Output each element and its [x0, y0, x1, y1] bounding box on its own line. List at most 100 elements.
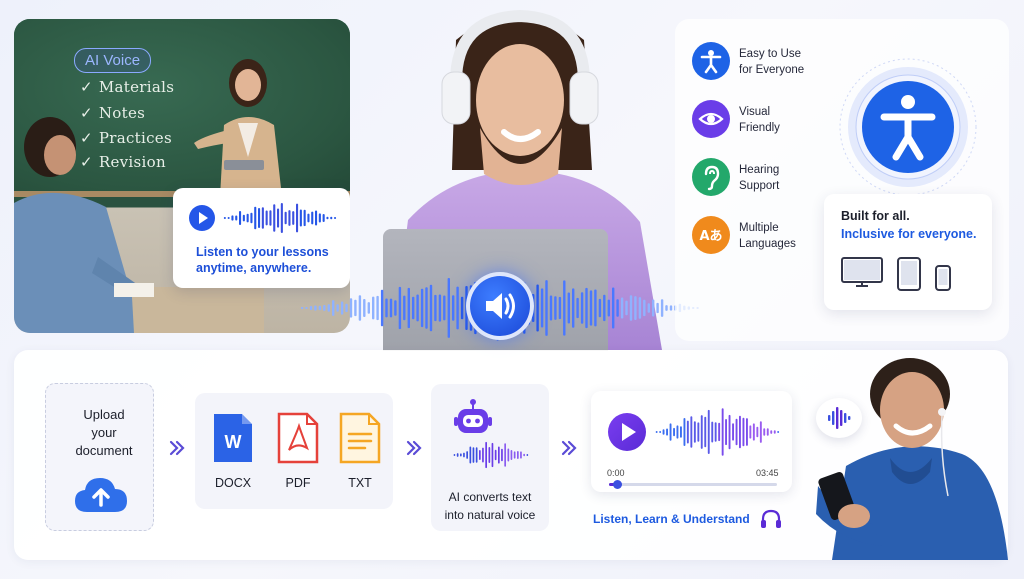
wave-bar: [242, 214, 245, 222]
wave-bar: [491, 442, 494, 468]
wave-bar: [453, 454, 456, 456]
wave-bar: [686, 420, 689, 444]
bubble-waveform-icon: [828, 407, 851, 429]
svg-text:Aあ: Aあ: [699, 229, 722, 244]
progress-track[interactable]: [609, 480, 777, 489]
chevron-right-icon: [169, 440, 185, 456]
wave-bar: [311, 211, 314, 225]
wave-bar: [718, 422, 721, 442]
wave-bar: [416, 294, 419, 322]
wave-bar: [523, 453, 525, 457]
wave-bar: [721, 408, 724, 456]
wave-bar: [739, 415, 741, 449]
wave-bar: [777, 431, 780, 433]
wave-bar: [725, 419, 727, 446]
wave-bar: [292, 211, 295, 225]
wave-bar: [250, 212, 253, 224]
ai-voice-badge: AI Voice: [74, 48, 152, 73]
wave-bar: [612, 287, 615, 329]
wave-bar: [711, 421, 714, 443]
ear-icon: [692, 158, 730, 196]
wave-bar: [634, 296, 637, 320]
wave-bar: [258, 208, 261, 228]
wave-bar: [680, 426, 682, 438]
wave-bar: [318, 305, 322, 311]
wave-bar: [273, 204, 276, 232]
wave-bar: [576, 297, 579, 319]
wave-bar: [358, 295, 362, 321]
wave-bar: [438, 294, 442, 322]
wave-bar: [482, 447, 484, 463]
voice-bubble: [816, 398, 862, 438]
speaker-icon: [486, 293, 515, 319]
wave-bar: [660, 299, 664, 317]
upload-dropzone[interactable]: Upload your document: [45, 383, 154, 531]
wave-bar: [494, 449, 497, 461]
listen-line-1: Listen to your lessons: [196, 245, 329, 259]
wave-bar: [665, 305, 668, 311]
wave-bar: [526, 454, 529, 456]
wave-bar: [690, 416, 693, 448]
docx-label: DOCX: [214, 476, 252, 490]
wave-bar: [227, 217, 230, 219]
wave-bar: [607, 299, 610, 317]
wave-bar: [475, 447, 478, 463]
accessibility-badge-icon: [839, 58, 977, 196]
wave-bar: [309, 306, 313, 310]
man-with-phone: [816, 358, 1008, 560]
wave-bar: [463, 452, 465, 458]
wave-bar: [394, 300, 397, 316]
wave-bar: [345, 303, 348, 313]
wave-bar: [520, 451, 522, 459]
wave-bar: [704, 416, 707, 448]
progress-knob[interactable]: [613, 480, 623, 489]
built-title: Built for all.: [841, 209, 910, 223]
play-icon[interactable]: [189, 205, 215, 231]
wave-bar: [728, 414, 731, 450]
wave-bar: [314, 305, 317, 311]
wave-bar: [469, 446, 472, 464]
wave-bar: [572, 288, 575, 328]
pdf-label: PDF: [285, 476, 311, 490]
desktop-icon: [841, 257, 883, 287]
feature-easy-to-use: Easy to Use for Everyone: [739, 48, 805, 76]
wave-bar: [735, 418, 738, 446]
wave-bar: [277, 208, 280, 228]
feature-multiple-languages: Multiple Languages: [739, 222, 796, 250]
wave-bar: [376, 295, 379, 321]
wave-bar: [659, 431, 662, 433]
wave-bar: [479, 450, 481, 460]
wave-bar: [447, 278, 450, 338]
play-button[interactable]: [608, 413, 646, 451]
speaker-button[interactable]: [466, 272, 534, 340]
wave-bar: [246, 213, 249, 223]
docx-file-icon: W: [214, 414, 252, 462]
wave-bar: [326, 216, 329, 220]
wave-bar: [507, 448, 510, 462]
wave-bar: [407, 287, 410, 329]
listen-lessons-card: Listen to your lessons anytime, anywhere…: [173, 188, 350, 288]
wave-bar: [472, 447, 475, 463]
wave-bar: [700, 415, 703, 449]
wave-bar: [732, 423, 734, 441]
tablet-icon: [897, 257, 921, 291]
wave-bar: [766, 428, 769, 436]
wave-bar: [239, 211, 242, 225]
student-figure: [14, 117, 154, 333]
teacher-figure: [194, 59, 282, 197]
ai-convert-box: AI converts text into natural voice: [431, 384, 549, 531]
ai-line-1: AI converts text: [448, 490, 532, 504]
wave-bar: [669, 305, 673, 311]
wave-bar: [554, 296, 557, 320]
wave-bar: [603, 294, 606, 322]
cloud-upload-icon: [75, 478, 127, 512]
wave-bar: [598, 298, 602, 318]
wave-bar: [412, 296, 415, 320]
wave-bar: [549, 295, 553, 321]
robot-icon: [454, 399, 492, 433]
wave-bar: [466, 451, 468, 459]
wave-bar: [545, 280, 548, 336]
wave-bar: [510, 450, 513, 460]
pdf-file-icon: [277, 412, 319, 464]
upload-line-1: Upload: [83, 407, 125, 422]
